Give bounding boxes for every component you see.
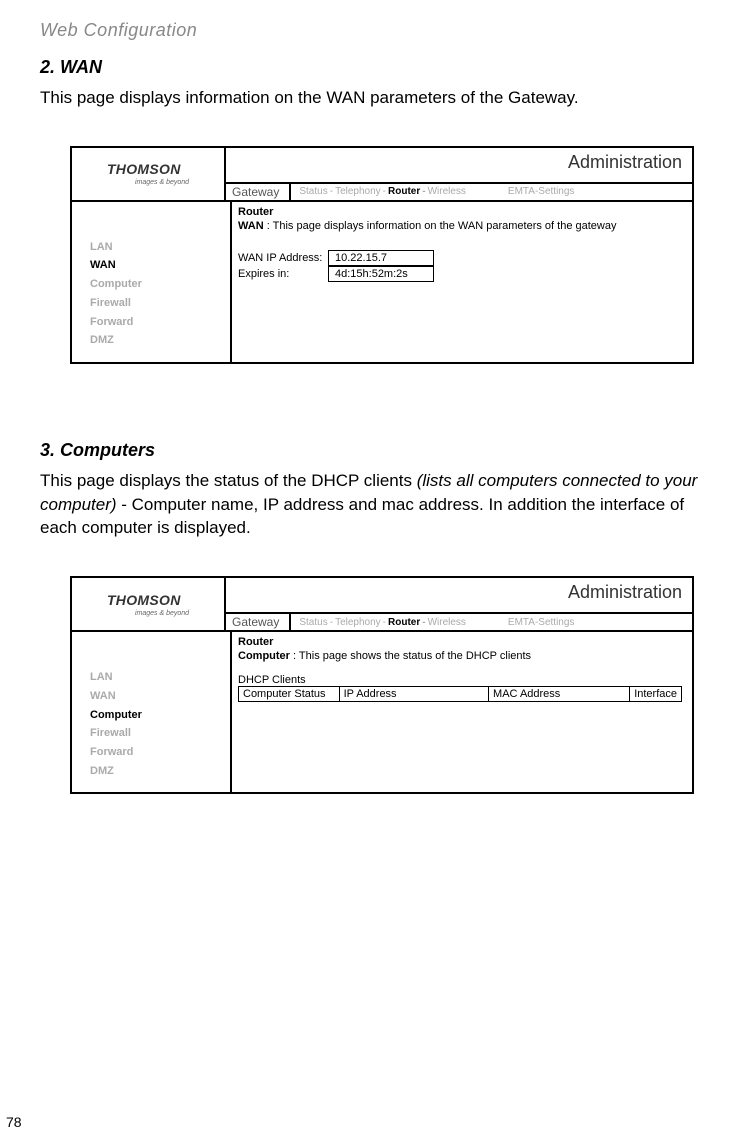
page-header: Web Configuration: [40, 20, 704, 41]
dash-icon: -: [383, 186, 386, 197]
dhcp-table: Computer Status IP Address MAC Address I…: [238, 686, 682, 702]
page-number: 78: [6, 1114, 22, 1130]
logo-tagline: images & beyond: [135, 179, 189, 186]
field-row-expires: Expires in: 4d:15h:52m:2s: [238, 266, 682, 282]
sidebar-item-forward[interactable]: Forward: [90, 743, 230, 762]
sidebar-item-firewall[interactable]: Firewall: [90, 724, 230, 743]
nav-wireless[interactable]: Wireless: [428, 186, 466, 197]
section-computers-text: This page displays the status of the DHC…: [40, 469, 704, 540]
expires-value: 4d:15h:52m:2s: [328, 266, 434, 282]
sidebar-item-wan[interactable]: WAN: [90, 687, 230, 706]
logo-tagline: images & beyond: [135, 610, 189, 617]
logo: THOMSON images & beyond: [72, 578, 226, 630]
gateway-label: Gateway: [226, 184, 291, 200]
admin-header: Administration Gateway Status- Telephony…: [226, 578, 692, 630]
sidebar: LAN WAN Computer Firewall Forward DMZ: [72, 202, 230, 362]
logo-brand: THOMSON: [107, 592, 181, 608]
nav-links: Status- Telephony- Router- Wireless EMTA…: [291, 617, 574, 628]
sidebar-item-computer[interactable]: Computer: [90, 706, 230, 725]
sidebar-item-dmz[interactable]: DMZ: [90, 331, 230, 350]
panel-body: LAN WAN Computer Firewall Forward DMZ Ro…: [72, 202, 692, 362]
admin-panel-computers: THOMSON images & beyond Administration G…: [70, 576, 694, 794]
nav-links: Status- Telephony- Router- Wireless EMTA…: [291, 186, 574, 197]
admin-title: Administration: [226, 578, 692, 612]
nav-wireless[interactable]: Wireless: [428, 617, 466, 628]
admin-header: Administration Gateway Status- Telephony…: [226, 148, 692, 200]
content-area: Router Computer : This page shows the st…: [230, 632, 692, 792]
nav-bar: Gateway Status- Telephony- Router- Wirel…: [226, 182, 692, 200]
computers-text1: This page displays the status of the DHC…: [40, 471, 417, 490]
dash-icon: -: [383, 617, 386, 628]
sidebar-item-firewall[interactable]: Firewall: [90, 294, 230, 313]
sidebar-item-wan[interactable]: WAN: [90, 256, 230, 275]
content-area: Router WAN : This page displays informat…: [230, 202, 692, 362]
nav-emta[interactable]: EMTA-Settings: [508, 617, 575, 628]
logo-brand: THOMSON: [107, 161, 181, 177]
panel-top: THOMSON images & beyond Administration G…: [72, 148, 692, 202]
section-computers-title: 3. Computers: [40, 440, 704, 461]
content-subheading: WAN : This page displays information on …: [238, 220, 682, 232]
col-computer-status: Computer Status: [239, 687, 340, 702]
nav-status[interactable]: Status: [299, 617, 327, 628]
sub-bold: Computer: [238, 650, 290, 662]
field-row-ip: WAN IP Address: 10.22.15.7: [238, 250, 682, 266]
sub-text: : This page displays information on the …: [264, 220, 617, 232]
panel-top: THOMSON images & beyond Administration G…: [72, 578, 692, 632]
sub-bold: WAN: [238, 220, 264, 232]
logo: THOMSON images & beyond: [72, 148, 226, 200]
content-heading: Router: [238, 636, 682, 648]
sidebar-item-lan[interactable]: LAN: [90, 238, 230, 257]
sidebar-item-forward[interactable]: Forward: [90, 313, 230, 332]
col-ip-address: IP Address: [339, 687, 488, 702]
computers-text2: - Computer name, IP address and mac addr…: [40, 495, 684, 538]
nav-telephony[interactable]: Telephony: [335, 617, 381, 628]
content-heading: Router: [238, 206, 682, 218]
ip-value: 10.22.15.7: [328, 250, 434, 266]
dash-icon: -: [422, 186, 425, 197]
table-header-row: Computer Status IP Address MAC Address I…: [239, 687, 682, 702]
expires-label: Expires in:: [238, 268, 328, 280]
ip-label: WAN IP Address:: [238, 252, 328, 264]
sidebar-item-computer[interactable]: Computer: [90, 275, 230, 294]
admin-panel-wan: THOMSON images & beyond Administration G…: [70, 146, 694, 364]
sidebar: LAN WAN Computer Firewall Forward DMZ: [72, 632, 230, 792]
sidebar-item-lan[interactable]: LAN: [90, 668, 230, 687]
gateway-label: Gateway: [226, 614, 291, 630]
dhcp-clients-title: DHCP Clients: [238, 674, 682, 686]
col-interface: Interface: [630, 687, 682, 702]
content-subheading: Computer : This page shows the status of…: [238, 650, 682, 662]
dash-icon: -: [330, 186, 333, 197]
panel-body: LAN WAN Computer Firewall Forward DMZ Ro…: [72, 632, 692, 792]
sidebar-item-dmz[interactable]: DMZ: [90, 762, 230, 781]
admin-title: Administration: [226, 148, 692, 182]
dash-icon: -: [330, 617, 333, 628]
section-wan-title: 2. WAN: [40, 57, 704, 78]
nav-router[interactable]: Router: [388, 617, 420, 628]
nav-bar: Gateway Status- Telephony- Router- Wirel…: [226, 612, 692, 630]
col-mac-address: MAC Address: [489, 687, 630, 702]
dash-icon: -: [422, 617, 425, 628]
nav-router[interactable]: Router: [388, 186, 420, 197]
nav-status[interactable]: Status: [299, 186, 327, 197]
sub-text: : This page shows the status of the DHCP…: [290, 650, 531, 662]
section-wan-text: This page displays information on the WA…: [40, 86, 704, 110]
nav-telephony[interactable]: Telephony: [335, 186, 381, 197]
nav-emta[interactable]: EMTA-Settings: [508, 186, 575, 197]
